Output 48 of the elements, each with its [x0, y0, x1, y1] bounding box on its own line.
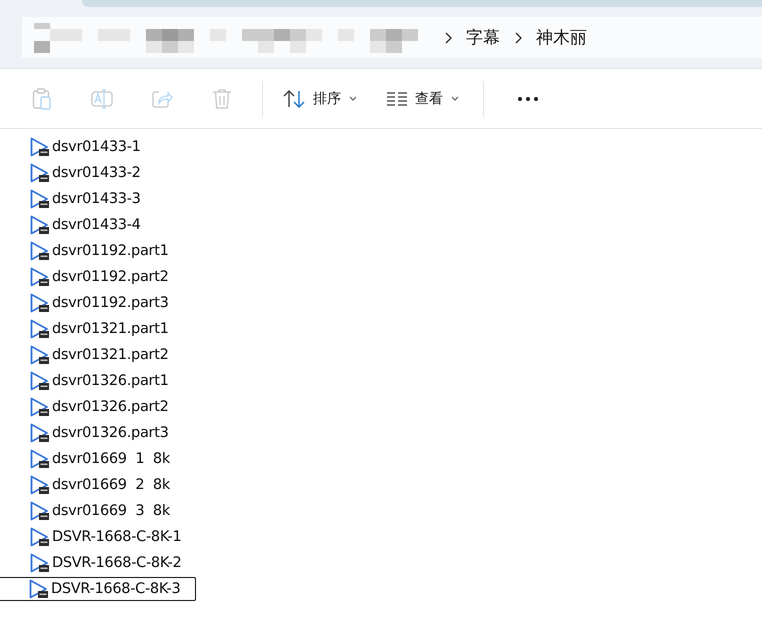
file-item[interactable]: dsvr01192.part2	[0, 265, 196, 289]
list-view-icon	[387, 92, 407, 106]
sort-menu-button[interactable]: 排序	[277, 80, 363, 116]
subtitle-file-icon	[30, 163, 50, 183]
subtitle-file-icon	[30, 527, 50, 547]
sort-icon	[283, 88, 305, 108]
address-bar[interactable]: 字幕 神木丽	[22, 17, 762, 58]
subtitle-file-icon	[30, 345, 50, 365]
file-item[interactable]: dsvr01433-3	[0, 187, 196, 211]
subtitle-file-icon	[30, 319, 50, 339]
file-item[interactable]: dsvr01433-2	[0, 161, 196, 185]
breadcrumb-item[interactable]: 字幕	[466, 26, 500, 49]
file-item[interactable]: dsvr01669 3 8k	[0, 499, 196, 523]
subtitle-file-icon	[30, 501, 50, 521]
file-item[interactable]: DSVR-1668-C-8K-1	[0, 525, 196, 549]
subtitle-file-icon	[30, 137, 50, 157]
file-item[interactable]: dsvr01669 1 8k	[0, 447, 196, 471]
file-item[interactable]: DSVR-1668-C-8K-3	[0, 577, 196, 601]
chevron-icon	[444, 32, 452, 44]
file-item[interactable]: dsvr01192.part1	[0, 239, 196, 263]
subtitle-file-icon	[30, 215, 50, 235]
breadcrumb-item[interactable]: 神木丽	[536, 26, 587, 49]
caret-icon	[451, 96, 459, 101]
chevron-icon	[514, 32, 522, 44]
subtitle-file-icon	[30, 449, 50, 469]
file-item[interactable]: dsvr01433-4	[0, 213, 196, 237]
more-icon[interactable]	[518, 96, 538, 100]
file-item[interactable]: dsvr01192.part3	[0, 291, 196, 315]
file-item[interactable]: dsvr01321.part2	[0, 343, 196, 367]
subtitle-file-icon	[30, 267, 50, 287]
subtitle-file-icon	[30, 189, 50, 209]
file-item[interactable]: dsvr01326.part2	[0, 395, 196, 419]
subtitle-file-icon	[30, 371, 50, 391]
file-item[interactable]: dsvr01326.part1	[0, 369, 196, 393]
view-menu-button[interactable]: 查看	[381, 80, 465, 116]
subtitle-file-icon	[30, 475, 50, 495]
file-item[interactable]: DSVR-1668-C-8K-2	[0, 551, 196, 575]
file-item[interactable]: dsvr01326.part3	[0, 421, 196, 445]
subtitle-file-icon	[30, 241, 50, 261]
file-item[interactable]: dsvr01433-1	[0, 135, 196, 159]
subtitle-file-icon	[30, 397, 50, 417]
subtitle-file-icon	[30, 423, 50, 443]
file-item[interactable]: dsvr01321.part1	[0, 317, 196, 341]
subtitle-file-icon	[30, 553, 50, 573]
file-item[interactable]: dsvr01669 2 8k	[0, 473, 196, 497]
subtitle-file-icon	[29, 579, 49, 599]
subtitle-file-icon	[30, 293, 50, 313]
caret-icon	[349, 96, 357, 101]
